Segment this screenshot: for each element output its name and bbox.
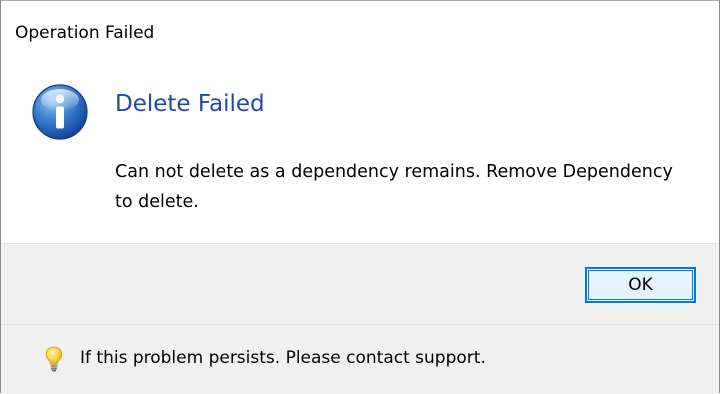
dialog-content: Delete Failed Can not delete as a depend… — [1, 65, 719, 243]
lightbulb-icon — [45, 346, 63, 372]
title-bar[interactable]: Operation Failed — [1, 1, 719, 65]
task-dialog: Operation Failed Delete Failed Can not d… — [0, 0, 720, 394]
dialog-title: Operation Failed — [15, 23, 155, 43]
ok-button[interactable]: OK — [585, 267, 696, 303]
main-instruction: Delete Failed — [115, 91, 265, 117]
information-icon — [32, 84, 88, 140]
footer: If this problem persists. Please contact… — [1, 324, 719, 394]
footer-text: If this problem persists. Please contact… — [80, 348, 486, 368]
message-text: Can not delete as a dependency remains. … — [115, 162, 673, 212]
button-area: OK — [1, 243, 719, 324]
